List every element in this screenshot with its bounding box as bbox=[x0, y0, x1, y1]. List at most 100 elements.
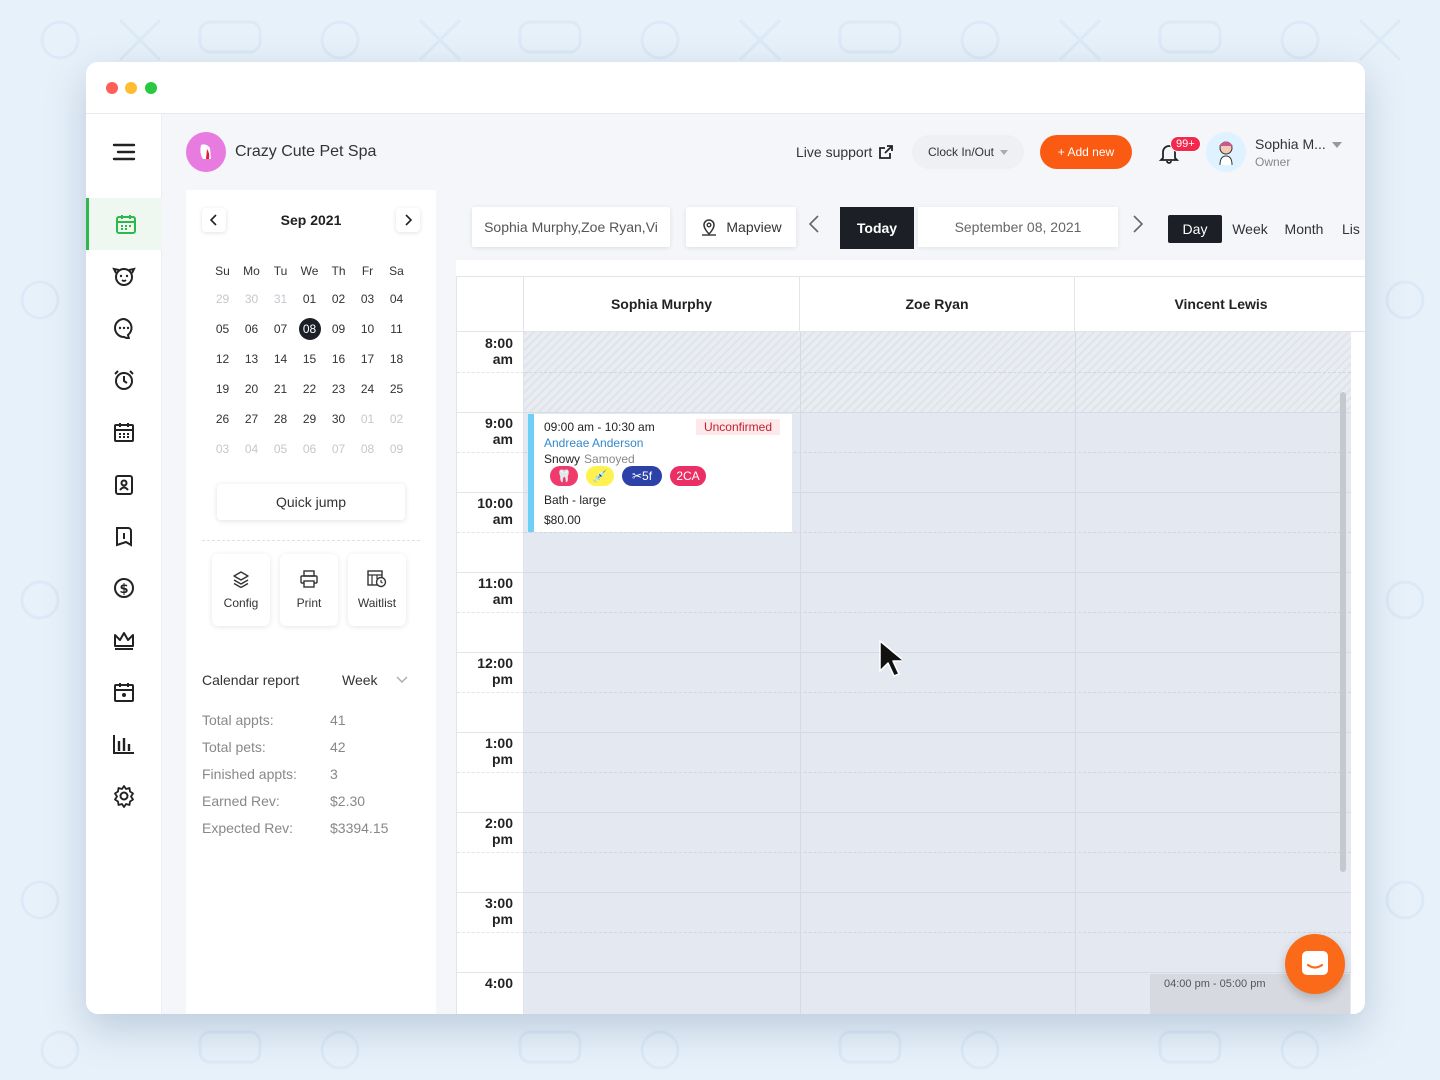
calendar-day[interactable]: 11 bbox=[382, 318, 411, 340]
calendar-day[interactable]: 23 bbox=[324, 378, 353, 400]
calendar-day[interactable]: 18 bbox=[382, 348, 411, 370]
print-button[interactable]: Print bbox=[280, 554, 338, 626]
add-new-button[interactable]: + Add new bbox=[1040, 135, 1132, 169]
calendar-day[interactable]: 04 bbox=[237, 438, 266, 460]
chevron-down-icon[interactable] bbox=[396, 676, 408, 684]
today-button[interactable]: Today bbox=[840, 207, 914, 249]
calendar-day[interactable]: 07 bbox=[266, 318, 295, 340]
appointment-card[interactable]: 09:00 am - 10:30 am Unconfirmed Andreae … bbox=[528, 414, 792, 532]
calendar-day[interactable]: 22 bbox=[295, 378, 324, 400]
sidebar-item-reports[interactable] bbox=[86, 718, 162, 770]
staff-filter[interactable]: Sophia Murphy,Zoe Ryan,Vi bbox=[472, 207, 670, 247]
calendar-day[interactable]: 04 bbox=[382, 288, 411, 310]
sidebar-item-events[interactable] bbox=[86, 666, 162, 718]
calendar-day[interactable]: 31 bbox=[266, 288, 295, 310]
staff-column-header[interactable]: Vincent Lewis bbox=[1075, 277, 1365, 332]
next-month-button[interactable] bbox=[396, 208, 420, 232]
next-day-icon[interactable] bbox=[1132, 214, 1144, 234]
view-day-button[interactable]: Day bbox=[1168, 215, 1222, 243]
sidebar-item-payments[interactable]: $ bbox=[86, 562, 162, 614]
calendar-report-title: Calendar report bbox=[202, 672, 300, 688]
calendar-day[interactable]: 09 bbox=[382, 438, 411, 460]
sidebar-item-reminders[interactable] bbox=[86, 354, 162, 406]
calendar-day[interactable]: 28 bbox=[266, 408, 295, 430]
weekday-label: Su bbox=[215, 264, 230, 278]
sidebar-item-clients[interactable] bbox=[86, 458, 162, 510]
report-value: 41 bbox=[330, 712, 346, 728]
calendar-day[interactable]: 08 bbox=[353, 438, 382, 460]
calendar-day[interactable]: 30 bbox=[324, 408, 353, 430]
sidebar-item-schedule[interactable] bbox=[86, 406, 162, 458]
avatar[interactable] bbox=[1206, 132, 1246, 172]
vertical-scrollbar[interactable] bbox=[1340, 392, 1346, 872]
sidebar-item-records[interactable] bbox=[86, 510, 162, 562]
calendar-day[interactable]: 13 bbox=[237, 348, 266, 370]
calendar-day[interactable]: 06 bbox=[295, 438, 324, 460]
maximize-window-button[interactable] bbox=[145, 82, 157, 94]
live-support-label: Live support bbox=[796, 144, 873, 160]
calendar-day[interactable]: 20 bbox=[237, 378, 266, 400]
calendar-day[interactable]: 26 bbox=[208, 408, 237, 430]
external-link-icon bbox=[879, 145, 894, 159]
user-name[interactable]: Sophia M... bbox=[1255, 136, 1326, 152]
mini-calendar-header: Sep 2021 bbox=[186, 200, 436, 240]
mapview-button[interactable]: Mapview bbox=[686, 207, 796, 247]
calendar-day[interactable]: 27 bbox=[237, 408, 266, 430]
calendar-day[interactable]: 21 bbox=[266, 378, 295, 400]
calendar-day[interactable]: 15 bbox=[295, 348, 324, 370]
calendar-day[interactable]: 19 bbox=[208, 378, 237, 400]
quick-jump-button[interactable]: Quick jump bbox=[217, 484, 405, 520]
calendar-day-selected[interactable]: 08 bbox=[298, 318, 321, 340]
calendar-day[interactable]: 05 bbox=[266, 438, 295, 460]
report-value: $3394.15 bbox=[330, 820, 389, 836]
sidebar-item-messages[interactable] bbox=[86, 302, 162, 354]
calendar-day[interactable]: 01 bbox=[353, 408, 382, 430]
live-support-link[interactable]: Live support bbox=[796, 144, 894, 160]
calendar-day[interactable]: 03 bbox=[208, 438, 237, 460]
calendar-day[interactable]: 29 bbox=[208, 288, 237, 310]
calendar-day[interactable]: 01 bbox=[295, 288, 324, 310]
report-label: Expected Rev: bbox=[202, 820, 294, 836]
close-window-button[interactable] bbox=[106, 82, 118, 94]
user-menu-caret-icon[interactable] bbox=[1332, 142, 1342, 148]
calendar-day[interactable]: 05 bbox=[208, 318, 237, 340]
schedule-grid[interactable]: 09:00 am - 10:30 am Unconfirmed Andreae … bbox=[524, 332, 1351, 1014]
view-month-button[interactable]: Month bbox=[1280, 215, 1328, 243]
calendar-day[interactable]: 02 bbox=[324, 288, 353, 310]
clock-in-out-button[interactable]: Clock In/Out bbox=[912, 135, 1024, 169]
staff-column-header[interactable]: Sophia Murphy bbox=[524, 277, 800, 332]
client-name-link[interactable]: Andreae Anderson bbox=[544, 436, 643, 450]
staff-column-header[interactable]: Zoe Ryan bbox=[800, 277, 1075, 332]
day-schedule: Sophia Murphy Zoe Ryan Vincent Lewis 8:0… bbox=[456, 276, 1365, 1014]
hour-line bbox=[457, 412, 524, 413]
menu-button[interactable] bbox=[86, 126, 162, 178]
calendar-day[interactable]: 24 bbox=[353, 378, 382, 400]
calendar-day[interactable]: 10 bbox=[353, 318, 382, 340]
sidebar-item-calendar[interactable] bbox=[86, 198, 162, 250]
calendar-day[interactable]: 29 bbox=[295, 408, 324, 430]
calendar-day[interactable]: 02 bbox=[382, 408, 411, 430]
calendar-day[interactable]: 16 bbox=[324, 348, 353, 370]
current-date[interactable]: September 08, 2021 bbox=[918, 207, 1118, 247]
sidebar-item-pets[interactable] bbox=[86, 250, 162, 302]
minimize-window-button[interactable] bbox=[125, 82, 137, 94]
view-list-button[interactable]: Lis bbox=[1342, 215, 1365, 243]
waitlist-button[interactable]: Waitlist bbox=[348, 554, 406, 626]
config-label: Config bbox=[223, 596, 259, 610]
sidebar-item-memberships[interactable] bbox=[86, 614, 162, 666]
report-range-select[interactable]: Week bbox=[342, 672, 378, 688]
support-chat-button[interactable] bbox=[1285, 934, 1345, 994]
calendar-day[interactable]: 14 bbox=[266, 348, 295, 370]
view-week-button[interactable]: Week bbox=[1226, 215, 1274, 243]
calendar-day[interactable]: 09 bbox=[324, 318, 353, 340]
calendar-day[interactable]: 30 bbox=[237, 288, 266, 310]
calendar-day[interactable]: 07 bbox=[324, 438, 353, 460]
calendar-day[interactable]: 25 bbox=[382, 378, 411, 400]
calendar-day[interactable]: 12 bbox=[208, 348, 237, 370]
sidebar-item-settings[interactable] bbox=[86, 770, 162, 822]
calendar-day[interactable]: 03 bbox=[353, 288, 382, 310]
calendar-day[interactable]: 06 bbox=[237, 318, 266, 340]
calendar-day[interactable]: 17 bbox=[353, 348, 382, 370]
prev-day-icon[interactable] bbox=[808, 214, 820, 234]
config-button[interactable]: Config bbox=[212, 554, 270, 626]
